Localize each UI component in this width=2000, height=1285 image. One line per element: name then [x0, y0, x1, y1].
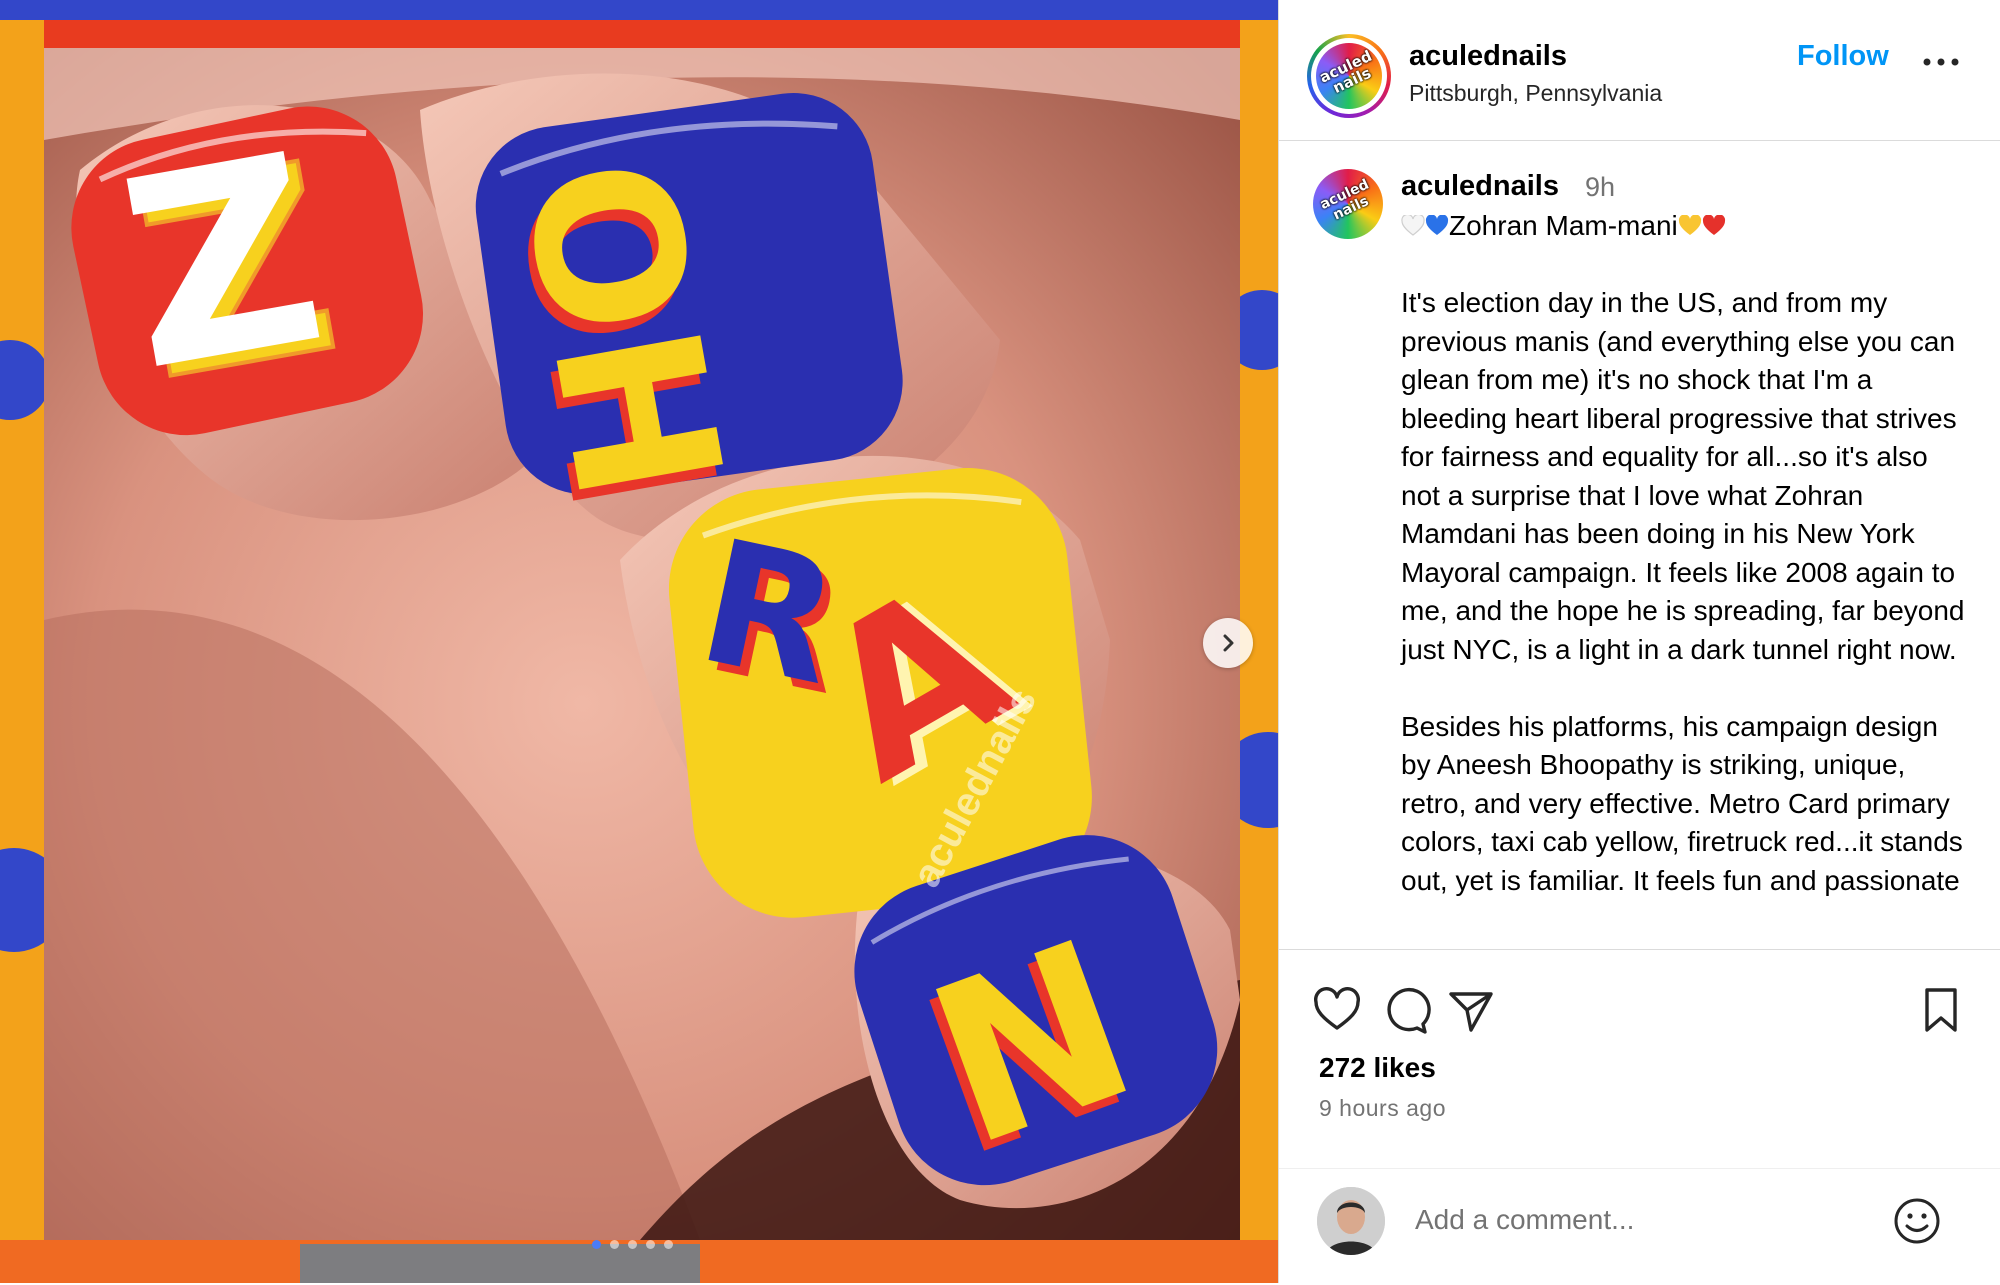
yellow-heart-icon	[1678, 215, 1701, 235]
post-image: Z Z OH OH R R A A N N aculednails	[0, 0, 1278, 1283]
likes-count[interactable]: 272 likes	[1319, 1052, 1436, 1084]
comment-input[interactable]	[1413, 1197, 1887, 1243]
share-icon[interactable]	[1443, 982, 1499, 1038]
post-side-panel: aculed nails aculednails Pittsburgh, Penn…	[1278, 0, 2000, 1283]
post-actions: 272 likes 9 hours ago	[1279, 949, 2000, 1284]
carousel-dots	[592, 1240, 673, 1249]
profile-avatar[interactable]: aculed nails	[1307, 34, 1391, 118]
caption-section: aculed nails aculednails 9h Zohran Mam-ma…	[1279, 141, 2000, 949]
caption-text: Zohran Mam-mani It's election day in the…	[1401, 207, 1973, 900]
white-heart-icon	[1401, 215, 1425, 236]
avatar-logo-text: aculed nails	[1316, 46, 1375, 97]
current-user-avatar	[1317, 1187, 1385, 1255]
caption-time[interactable]: 9h	[1585, 172, 1615, 203]
comment-icon[interactable]	[1377, 982, 1433, 1038]
carousel-dot	[610, 1240, 619, 1249]
caption-first-line: Zohran Mam-mani	[1449, 210, 1678, 241]
post-time-ago[interactable]: 9 hours ago	[1319, 1095, 1446, 1122]
carousel-dot	[628, 1240, 637, 1249]
emoji-icon[interactable]	[1891, 1195, 1943, 1247]
comment-composer	[1279, 1168, 2000, 1285]
carousel-dot	[664, 1240, 673, 1249]
post-header: aculed nails aculednails Pittsburgh, Penn…	[1279, 0, 2000, 141]
header-location[interactable]: Pittsburgh, Pennsylvania	[1409, 80, 1662, 107]
heart-icon[interactable]	[1309, 982, 1365, 1038]
bookmark-icon[interactable]	[1913, 982, 1969, 1038]
chevron-right-icon	[1223, 634, 1234, 652]
next-image-button[interactable]	[1203, 618, 1253, 668]
red-heart-icon	[1702, 215, 1725, 235]
header-username[interactable]: aculednails	[1409, 40, 1567, 73]
follow-button[interactable]: Follow	[1797, 40, 1889, 73]
caption-body: It's election day in the US, and from my…	[1401, 287, 1965, 896]
carousel-dot	[592, 1240, 601, 1249]
carousel-dot	[646, 1240, 655, 1249]
caption-username[interactable]: aculednails	[1401, 170, 1559, 203]
caption-avatar[interactable]: aculed nails	[1313, 169, 1383, 239]
more-options-icon[interactable]	[1919, 52, 1963, 72]
blue-heart-icon	[1425, 215, 1449, 235]
post-media[interactable]: Z Z OH OH R R A A N N aculednails	[0, 0, 1278, 1283]
